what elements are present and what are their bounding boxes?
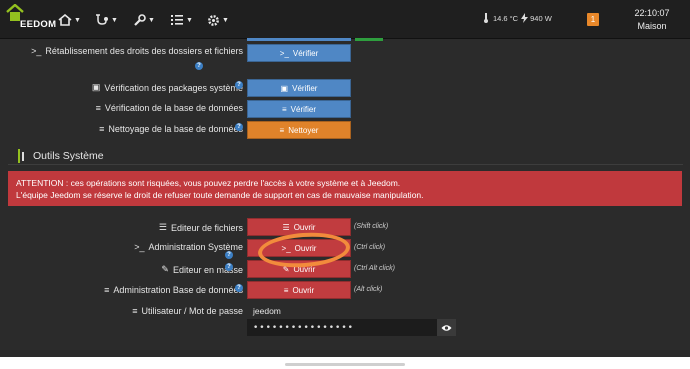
thermometer-icon [484,13,488,23]
pencil-icon: ✎ [161,264,169,274]
password-field[interactable] [247,319,437,336]
database-icon: ≡ [95,103,101,113]
help-icon[interactable]: ? [235,284,243,292]
analysis-menu[interactable]: ▼ [95,12,118,28]
wrench-icon [134,13,146,26]
credentials-label: ≡ Utilisateur / Mot de passe [132,306,243,316]
database-icon: ≡ [283,285,289,295]
gear-icon [208,14,219,26]
mass-editor-hint: (Ctrl Alt click) [354,265,395,272]
clock-time: 22:10:07 [634,8,670,18]
permissions-label: >_ Rétablissement des droits des dossier… [31,46,243,56]
app-screen: EEDOM ▼ ▼ ▼ ▼ ▼ 14.6 °C 940 W 1 22:10:07… [0,0,690,357]
home-indicator [285,363,405,366]
power-value: 940 W [530,13,552,23]
help-icon[interactable]: ? [225,263,233,271]
packages-label: ▣ Vérification des packages système [91,82,243,93]
section-divider [8,164,683,165]
file-editor-label: ☰ Editeur de fichiers [158,222,243,233]
warning-line-1: ATTENTION : ces opérations sont risquées… [16,178,401,188]
username-value: jeedom [253,306,281,316]
terminal-icon: >_ [279,48,289,58]
verify-database-button[interactable]: ≡ Vérifier [247,100,351,118]
chevron-down-icon: ▼ [222,16,229,24]
chevron-down-icon: ▼ [74,16,81,24]
open-db-admin-button[interactable]: ≡ Ouvrir [247,281,351,299]
database-icon: ≡ [104,285,110,295]
temperature-value: 14.6 °C [493,13,519,23]
top-navbar: EEDOM ▼ ▼ ▼ ▼ ▼ 14.6 °C 940 W 1 22:10:07… [0,0,690,39]
database-icon: ≡ [99,124,105,134]
home-menu[interactable]: ▼ [58,12,81,28]
tools-section-icon [18,149,24,163]
clock: 22:10:07 Maison [630,7,674,33]
chevron-down-icon: ▼ [148,16,155,24]
verify-permissions-button[interactable]: >_ Vérifier [247,44,351,62]
terminal-icon: >_ [134,242,145,252]
db-admin-hint: (Alt click) [354,286,383,293]
db-admin-label: ≡ Administration Base de données [104,285,243,295]
list-icon [171,15,183,25]
system-admin-hint: (Ctrl click) [354,244,386,251]
box-icon: ▣ [280,83,289,93]
section-title: Outils Système [18,149,104,163]
stethoscope-icon [96,13,108,25]
warning-line-2: L'équipe Jeedom se réserve le droit de r… [16,190,424,200]
warning-alert: ATTENTION : ces opérations sont risquées… [8,171,682,206]
chevron-down-icon: ▼ [186,16,193,24]
database-icon: ≡ [132,306,138,316]
settings-menu[interactable]: ▼ [207,12,229,28]
message-count-badge[interactable]: 1 [587,13,599,26]
help-icon[interactable]: ? [235,81,243,89]
home-icon [58,14,72,26]
verify-packages-button[interactable]: ▣ Vérifier [247,79,351,97]
tools-menu[interactable]: ▼ [133,12,155,28]
box-icon: ▣ [91,82,101,92]
logo-text: EEDOM [20,19,57,30]
help-icon[interactable]: ? [235,123,243,131]
lightning-icon [521,13,529,23]
help-icon[interactable]: ? [225,251,233,259]
terminal-icon: >_ [31,46,42,56]
progress-indicator [355,38,383,41]
list-edit-icon: ☰ [158,222,167,232]
status-area: 14.6 °C 940 W [482,13,555,23]
clock-location: Maison [637,21,667,31]
database-icon: ≡ [281,104,287,114]
database-icon: ≡ [279,125,285,135]
clean-database-button[interactable]: ≡ Nettoyer [247,121,351,139]
file-editor-hint: (Shift click) [354,223,389,230]
plugins-menu[interactable]: ▼ [170,12,193,28]
list-edit-icon: ☰ [282,222,290,232]
jeedom-logo[interactable]: EEDOM [5,3,56,34]
show-password-button[interactable] [437,319,456,336]
chevron-down-icon: ▼ [111,16,118,24]
help-icon[interactable]: ? [195,62,203,70]
database-clean-label: ≡ Nettoyage de la base de données [99,124,243,134]
previous-button-edge [247,38,351,41]
database-check-label: ≡ Vérification de la base de données [95,103,243,113]
eye-icon [441,324,452,331]
